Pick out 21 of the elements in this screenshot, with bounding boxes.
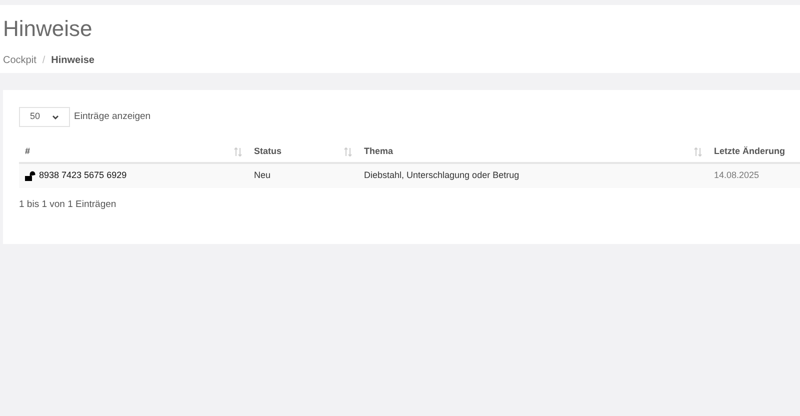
select-value: 50 [30, 110, 40, 124]
breadcrumb-separator: / [42, 54, 46, 68]
sort-icon[interactable] [344, 147, 352, 157]
sort-icon[interactable] [234, 147, 242, 157]
table-cell-text: Diebstahl, Unterschlagung oder Betrug [364, 169, 520, 182]
open-lock-icon [25, 171, 36, 181]
breadcrumb-current: Hinweise [51, 54, 94, 68]
case-number[interactable]: 8938 7423 5675 6929 [39, 169, 127, 183]
column-header[interactable]: Letzte Änderung [708, 142, 798, 162]
chevron-down-icon [52, 114, 59, 120]
page-length-label: Einträge anzeigen [74, 110, 151, 124]
table-cell-text: 14.08.2025 [714, 169, 760, 182]
column-header[interactable]: # [19, 142, 248, 162]
page-title: Hinweise [3, 15, 92, 43]
column-header[interactable]: Thema [358, 142, 708, 162]
table-info: 1 bis 1 von 1 Einträgen [19, 198, 116, 212]
breadcrumb-link[interactable]: Cockpit [3, 53, 36, 68]
column-header[interactable]: Status [248, 142, 358, 162]
sort-icon[interactable] [694, 147, 702, 157]
page-length-select[interactable]: 50 [19, 107, 70, 127]
table-cell-text: Neu [254, 169, 271, 182]
